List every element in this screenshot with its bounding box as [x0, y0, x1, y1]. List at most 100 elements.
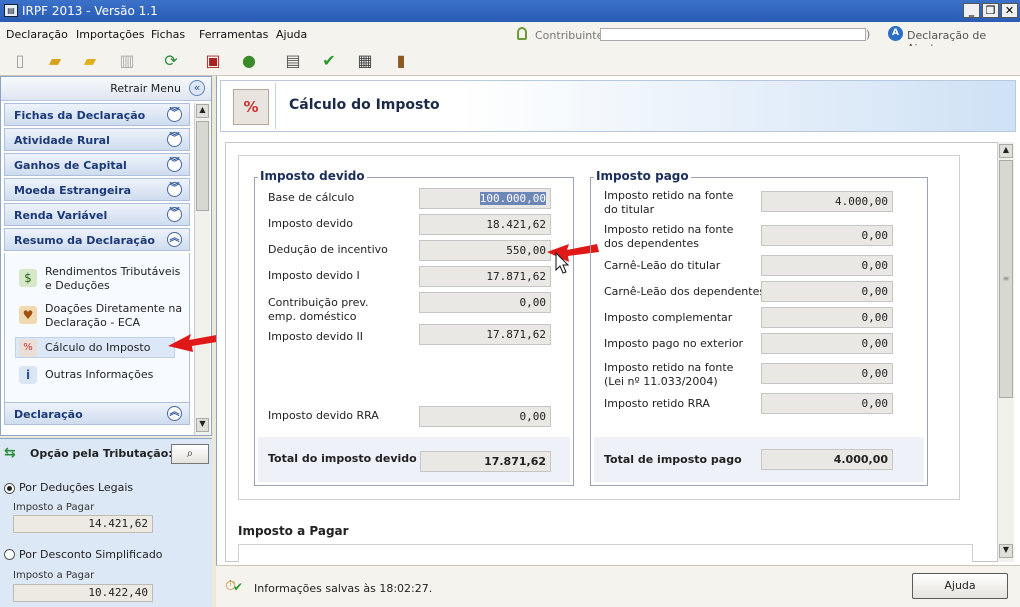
chevron-down-icon[interactable]: ︾: [167, 107, 182, 122]
carne-leao-titular-field[interactable]: 0,00: [761, 255, 893, 276]
sidebar-item-calculo[interactable]: Cálculo do Imposto: [45, 341, 150, 355]
scroll-down-icon[interactable]: ▼: [999, 544, 1013, 558]
section-fichas[interactable]: Fichas da Declaração ︾: [4, 103, 190, 126]
sidebar-item-rendimentos[interactable]: Rendimentos Tributáveis e Deduções: [45, 265, 180, 293]
search-button[interactable]: ⌕: [171, 444, 209, 464]
imposto-a-pagar-title: Imposto a Pagar: [238, 524, 349, 538]
scroll-down-icon[interactable]: ▼: [196, 418, 209, 432]
section-label: Ganhos de Capital: [14, 159, 127, 172]
retido-rra-field[interactable]: 0,00: [761, 393, 893, 414]
carne-leao-dependentes-label: Carnê-Leão dos dependentes: [604, 285, 766, 298]
deducao-incentivo-field[interactable]: 550,00: [419, 240, 551, 261]
base-calculo-label: Base de cálculo: [268, 191, 355, 204]
swap-arrows-icon: ⇆: [4, 445, 16, 461]
label-line1: Imposto retido na fonte: [604, 361, 734, 374]
section-resumo-declaracao[interactable]: Resumo da Declaração ︽: [4, 228, 190, 251]
status-text: Informações salvas às 18:02:27.: [254, 582, 433, 595]
simplificado-label[interactable]: Por Desconto Simplificado: [19, 548, 163, 561]
imposto-devido-ii-field[interactable]: 17.871,62: [419, 324, 551, 345]
section-label: Renda Variável: [14, 209, 108, 222]
section-label: Resumo da Declaração: [14, 234, 155, 247]
minimize-button[interactable]: _: [963, 3, 980, 18]
section-declaracao[interactable]: Declaração ︽: [4, 402, 190, 425]
percent-icon: %: [19, 339, 37, 357]
section-moeda-estrangeira[interactable]: Moeda Estrangeira ︾: [4, 178, 190, 201]
transmit-icon[interactable]: ⟳: [160, 50, 182, 72]
complementar-field[interactable]: 0,00: [761, 307, 893, 328]
trash-icon[interactable]: ▥: [116, 50, 138, 72]
declaracao-ajuste-icon: A: [888, 26, 903, 41]
deducoes-label[interactable]: Por Deduções Legais: [19, 481, 133, 494]
menu-declaracao[interactable]: Declaração: [6, 28, 68, 41]
close-button[interactable]: ✕: [1001, 3, 1018, 18]
retrair-menu[interactable]: Retrair Menu «: [1, 77, 211, 101]
sidebar-scrollbar[interactable]: ▲ ▼: [194, 103, 210, 435]
retido-lei-field[interactable]: 0,00: [761, 363, 893, 384]
scroll-thumb[interactable]: [196, 121, 209, 211]
item-label: Declaração - ECA: [45, 316, 140, 329]
scroll-up-icon[interactable]: ▲: [196, 104, 209, 118]
scroll-up-icon[interactable]: ▲: [999, 144, 1013, 158]
label-line1: Imposto retido na fonte: [604, 223, 734, 236]
base-calculo-field[interactable]: 100.000,00: [419, 188, 551, 209]
label-line1: Contribuição prev.: [268, 296, 369, 309]
chevron-up-icon[interactable]: ︽: [167, 406, 182, 421]
percent-icon: %: [233, 89, 269, 125]
retido-dependentes-field[interactable]: 0,00: [761, 225, 893, 246]
retido-titular-label: Imposto retido na fonte do titular: [604, 189, 733, 217]
content-scrollbar[interactable]: ▲ ≡ ▼: [997, 142, 1014, 562]
section-label: Fichas da Declaração: [14, 109, 146, 122]
status-bar: ⏱ ✔ Informações salvas às 18:02:27.: [216, 565, 1020, 607]
divider: [275, 83, 276, 129]
contribuicao-prev-field[interactable]: 0,00: [419, 292, 551, 313]
imposto-devido-ii-label: Imposto devido II: [268, 330, 363, 343]
item-label: Rendimentos Tributáveis: [45, 265, 181, 278]
save-icon[interactable]: ▣: [202, 50, 224, 72]
globe-icon[interactable]: ●: [238, 50, 260, 72]
radio-deducoes[interactable]: [4, 483, 15, 494]
menu-ajuda[interactable]: Ajuda: [276, 28, 307, 41]
retido-rra-label: Imposto retido RRA: [604, 397, 710, 410]
retido-titular-field[interactable]: 4.000,00: [761, 191, 893, 212]
retido-dependentes-label: Imposto retido na fonte dos dependentes: [604, 223, 733, 251]
sidebar: Retrair Menu « Fichas da Declaração ︾ At…: [0, 76, 212, 436]
imposto-devido-rra-field[interactable]: 0,00: [419, 406, 551, 427]
new-file-icon[interactable]: ▯: [9, 50, 31, 72]
chevron-down-icon[interactable]: ︾: [167, 207, 182, 222]
sidebar-item-doacoes[interactable]: Doações Diretamente na Declaração - ECA: [45, 302, 182, 330]
calculator-icon[interactable]: ▦: [354, 50, 376, 72]
sidebar-item-outras[interactable]: Outras Informações: [45, 368, 153, 382]
menu-fichas[interactable]: Fichas: [151, 28, 185, 41]
book-icon[interactable]: ▮: [390, 50, 412, 72]
radio-simplificado[interactable]: [4, 549, 15, 560]
folder-icon[interactable]: ▰: [79, 50, 101, 72]
label-line2: emp. doméstico: [268, 310, 357, 323]
imposto-a-pagar-panel: [238, 544, 973, 562]
imposto-devido-field[interactable]: 18.421,62: [419, 214, 551, 235]
money-icon: $: [19, 269, 37, 287]
collapse-left-icon[interactable]: «: [189, 80, 205, 96]
chevron-up-icon[interactable]: ︽: [167, 232, 182, 247]
scroll-thumb[interactable]: ≡: [999, 160, 1013, 398]
chevron-down-icon[interactable]: ︾: [167, 157, 182, 172]
section-label: Moeda Estrangeira: [14, 184, 132, 197]
menu-importacoes[interactable]: Importações: [76, 28, 145, 41]
menu-ferramentas[interactable]: Ferramentas: [199, 28, 268, 41]
check-icon[interactable]: ✔: [318, 50, 340, 72]
printer-icon[interactable]: ▤: [282, 50, 304, 72]
exterior-field[interactable]: 0,00: [761, 333, 893, 354]
imposto-devido-i-field[interactable]: 17.871,62: [419, 266, 551, 287]
section-atividade-rural[interactable]: Atividade Rural ︾: [4, 128, 190, 151]
window-title: IRPF 2013 - Versão 1.1: [22, 4, 158, 18]
chevron-down-icon[interactable]: ︾: [167, 132, 182, 147]
carne-leao-titular-label: Carnê-Leão do titular: [604, 259, 721, 272]
deducoes-value: 14.421,62: [13, 515, 153, 533]
open-folder-icon[interactable]: ▰: [44, 50, 66, 72]
maximize-button[interactable]: ❐: [982, 3, 999, 18]
carne-leao-dependentes-field[interactable]: 0,00: [761, 281, 893, 302]
section-renda-variavel[interactable]: Renda Variável ︾: [4, 203, 190, 226]
chevron-down-icon[interactable]: ︾: [167, 182, 182, 197]
ajuda-button[interactable]: Ajuda: [912, 573, 1008, 599]
section-ganhos-capital[interactable]: Ganhos de Capital ︾: [4, 153, 190, 176]
page-title: Cálculo do Imposto: [289, 97, 440, 113]
